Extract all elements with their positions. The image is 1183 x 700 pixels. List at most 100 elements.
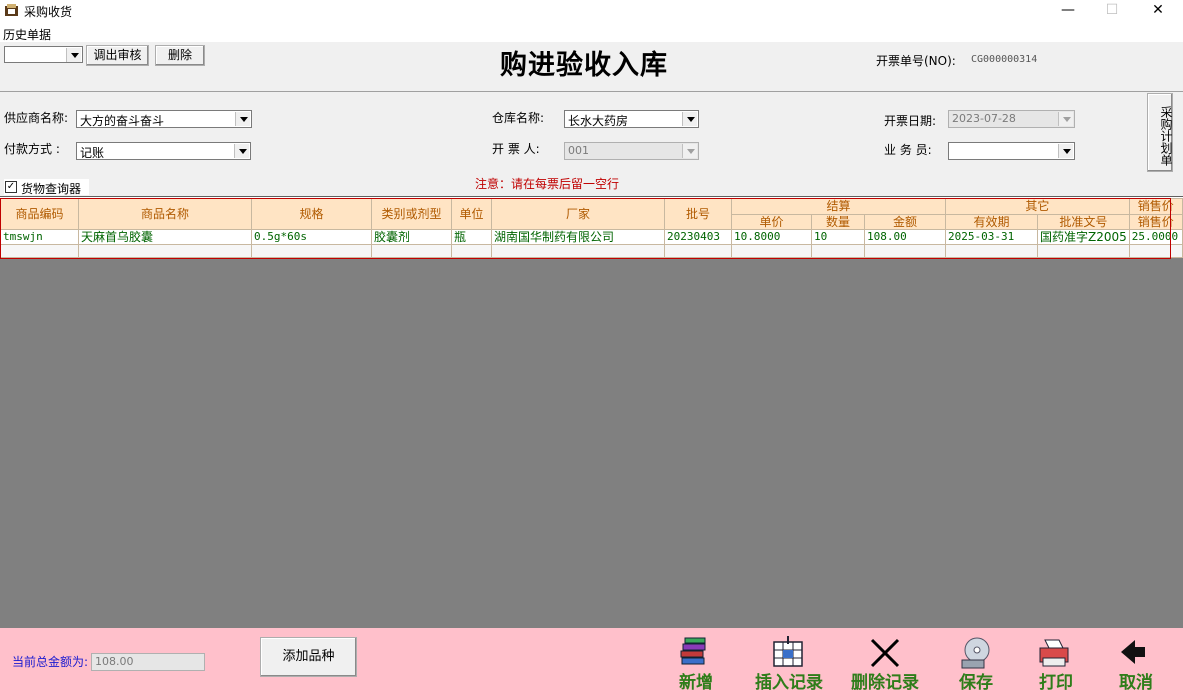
col-header-unit[interactable]: 单位	[451, 198, 492, 230]
chevron-down-icon	[235, 112, 250, 126]
issuer-select: 001	[564, 142, 699, 160]
cell-empty[interactable]	[451, 244, 492, 258]
chevron-down-icon	[1058, 144, 1073, 158]
supplier-label: 供应商名称:	[4, 111, 69, 125]
cell-approval[interactable]: 国药准字Z2005	[1037, 229, 1130, 245]
payment-label: 付款方式 :	[4, 142, 60, 156]
insert-grid-icon	[773, 636, 803, 667]
cell-name[interactable]: 天麻首乌胶囊	[78, 229, 252, 245]
col-header-amount[interactable]: 金额	[864, 213, 946, 230]
cell-empty[interactable]	[864, 244, 946, 258]
back-arrow-icon	[1121, 640, 1145, 664]
cell-qty[interactable]: 10	[811, 229, 865, 245]
cancel-label: 取消	[1119, 673, 1153, 693]
col-header-maker[interactable]: 厂家	[491, 198, 665, 230]
col-header-batch[interactable]: 批号	[664, 198, 732, 230]
minimize-button[interactable]: —	[1045, 0, 1091, 22]
grid-background	[0, 198, 1183, 628]
supplier-select[interactable]: 大方的奋斗奋斗	[76, 110, 252, 128]
cell-empty[interactable]	[731, 244, 812, 258]
cell-empty[interactable]	[251, 244, 372, 258]
purchase-plan-button[interactable]: 采购计划单	[1147, 93, 1173, 172]
payment-select[interactable]: 记账	[76, 142, 251, 160]
disc-icon	[961, 637, 990, 669]
printer-icon	[1039, 639, 1069, 667]
chevron-down-icon	[682, 112, 697, 126]
cell-amount[interactable]: 108.00	[864, 229, 946, 245]
insert-record-button[interactable]: 插入记录	[746, 634, 832, 696]
cancel-button[interactable]: 取消	[1112, 634, 1160, 696]
cell-empty[interactable]	[945, 244, 1038, 258]
cell-empty[interactable]	[1128, 244, 1183, 258]
window-title: 采购收货	[24, 5, 73, 19]
col-header-approval[interactable]: 批准文号	[1037, 213, 1130, 230]
cell-expiry[interactable]: 2025-03-31	[945, 229, 1038, 245]
notice-text: 注意：请在每票后留一空行	[475, 177, 620, 191]
cell-unit[interactable]: 瓶	[451, 229, 492, 245]
table-row-empty[interactable]	[0, 244, 1183, 258]
print-label: 打印	[1039, 673, 1073, 693]
x-mark-icon	[870, 638, 900, 668]
chevron-down-icon	[66, 48, 81, 62]
chevron-down-icon	[682, 144, 697, 158]
invoice-no-value: CG000000314	[971, 54, 1038, 65]
cell-empty[interactable]	[1037, 244, 1130, 258]
cell-empty[interactable]	[811, 244, 865, 258]
goods-query-label: 货物查询器	[21, 182, 82, 196]
cell-batch[interactable]: 20230403	[664, 229, 732, 245]
col-header-expiry[interactable]: 有效期	[945, 213, 1038, 230]
goods-query-checkbox-wrap[interactable]: ✓ 货物查询器	[4, 179, 89, 196]
cell-empty[interactable]	[0, 244, 79, 258]
new-button[interactable]: 新增	[672, 634, 720, 696]
col-header-category[interactable]: 类别或剂型	[371, 198, 452, 230]
col-group-other: 其它	[945, 198, 1130, 215]
chevron-down-icon	[1058, 112, 1073, 126]
table-row[interactable]: tmswjn 天麻首乌胶囊 0.5g*60s 胶囊剂 瓶 湖南国华制药有限公司 …	[0, 229, 1183, 245]
cell-maker[interactable]: 湖南国华制药有限公司	[491, 229, 665, 245]
issuer-label: 开 票 人:	[492, 142, 540, 156]
insert-record-label: 插入记录	[755, 673, 823, 693]
delete-record-label: 删除记录	[851, 673, 919, 693]
total-amount-field: 108.00	[91, 653, 205, 671]
delete-button[interactable]: 删除	[155, 45, 205, 66]
warehouse-select[interactable]: 长水大药房	[564, 110, 699, 128]
cell-price[interactable]: 10.8000	[731, 229, 812, 245]
cell-empty[interactable]	[78, 244, 252, 258]
title-bar: 采购收货 — ☐ ✕	[0, 0, 1183, 22]
date-picker[interactable]: 2023-07-28	[948, 110, 1075, 128]
delete-record-button[interactable]: 删除记录	[842, 634, 928, 696]
cell-category[interactable]: 胶囊剂	[371, 229, 452, 245]
col-group-settle: 结算	[731, 198, 946, 215]
print-button[interactable]: 打印	[1032, 634, 1080, 696]
cell-sale-price[interactable]: 25.0000	[1128, 229, 1183, 245]
chevron-down-icon	[234, 144, 249, 158]
maximize-button[interactable]: ☐	[1089, 0, 1135, 22]
cell-spec[interactable]: 0.5g*60s	[251, 229, 372, 245]
load-review-button[interactable]: 调出审核	[86, 45, 149, 66]
page-title: 购进验收入库	[500, 50, 668, 81]
cell-empty[interactable]	[491, 244, 665, 258]
warehouse-label: 仓库名称:	[492, 111, 545, 125]
col-header-code[interactable]: 商品编码	[0, 198, 79, 230]
cell-empty[interactable]	[664, 244, 732, 258]
col-header-name[interactable]: 商品名称	[78, 198, 252, 230]
checkbox-checked-icon[interactable]: ✓	[5, 181, 17, 193]
salesman-label: 业 务 员:	[884, 143, 932, 157]
save-button[interactable]: 保存	[952, 634, 1000, 696]
history-select[interactable]	[4, 46, 83, 63]
cell-empty[interactable]	[371, 244, 452, 258]
col-header-qty[interactable]: 数量	[811, 213, 865, 230]
items-grid[interactable]: 商品编码 商品名称 规格 类别或剂型 单位 厂家 批号 结算 其它 销售价 单价…	[0, 198, 1183, 258]
books-icon	[680, 637, 706, 665]
divider	[0, 196, 1183, 197]
col-header-spec[interactable]: 规格	[251, 198, 372, 230]
app-icon	[5, 4, 18, 16]
total-label: 当前总金额为:	[12, 655, 89, 669]
close-button[interactable]: ✕	[1135, 0, 1181, 22]
salesman-select[interactable]	[948, 142, 1075, 160]
menu-history[interactable]: 历史单据	[3, 26, 51, 43]
col-header-price[interactable]: 单价	[731, 213, 812, 230]
col-header-sale-price[interactable]: 销售价	[1128, 213, 1183, 230]
add-item-button[interactable]: 添加品种	[260, 637, 357, 677]
cell-code[interactable]: tmswjn	[0, 229, 79, 245]
